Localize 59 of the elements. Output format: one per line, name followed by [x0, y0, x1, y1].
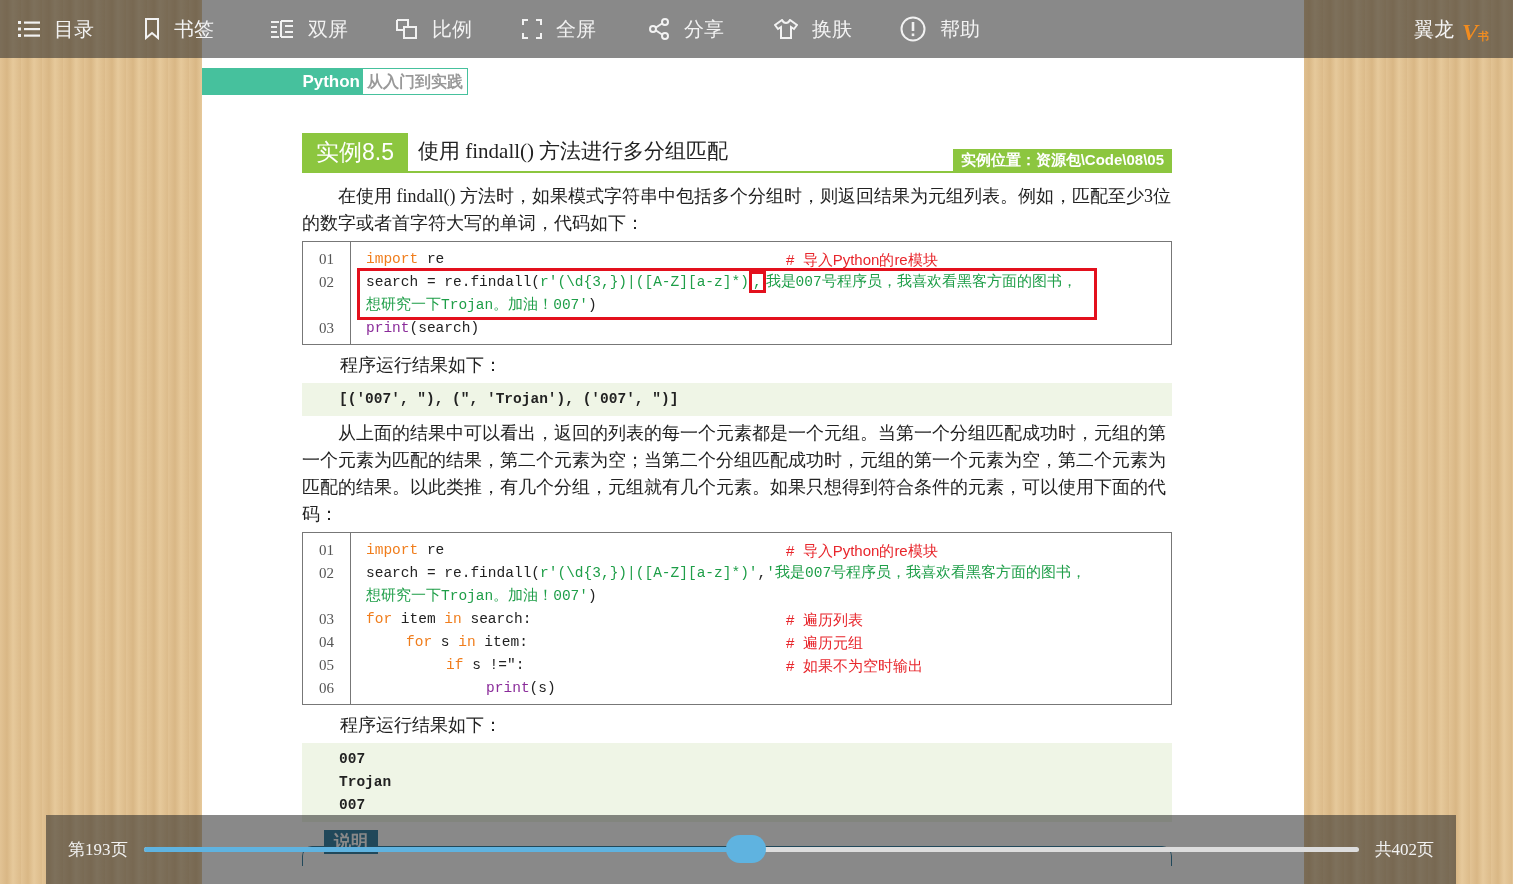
code-line: import re [366, 250, 446, 269]
output-line: Trojan [339, 773, 393, 792]
code-line: 想研究一下Trojan。加油！007') [366, 586, 598, 606]
line-number: 06 [318, 679, 335, 698]
code-line: for s in item: [405, 633, 529, 652]
line-number: 04 [318, 633, 335, 652]
line-number: 05 [318, 656, 335, 675]
code-line: for item in search: [366, 610, 533, 629]
fullscreen-icon [522, 19, 542, 39]
squares-icon [396, 19, 418, 39]
body-paragraph: 从上面的结果中可以看出，返回的列表的每一个元素都是一个元组。当第一个分组匹配成功时，元组的第一个元素为匹配的结果，第二个元素为空；当第二个分组匹配成功时，元组的第一个元素为空，第二个元素为匹配的结果。以此类推，有几个分组，元组就有几个元素。如果只想得到符合条件的元素，可以使用下面的代码： [302, 422, 1167, 526]
header-band: Python [202, 68, 362, 95]
error-mark: , [748, 271, 766, 293]
code-line: 想研究一下Trojan。加油！007') [366, 295, 598, 315]
code-line: search = re.findall(r'(\d{3,})|([A-Z][a-z]*) , 我是007号程序员，我喜欢看黑客方面的图书， [366, 271, 1094, 294]
toolbar-button[interactable]: 书签 [144, 5, 270, 53]
line-number: 01 [318, 250, 335, 269]
toolbar-button[interactable]: 全屏 [522, 5, 648, 53]
line-number: 02 [318, 273, 335, 292]
toolbar-button[interactable]: 目录 [18, 5, 144, 53]
example-location: 实例位置：资源包\Code\08\05 [952, 149, 1172, 171]
shirt-icon [774, 19, 798, 39]
example-title: 使用 findall() 方法进行多分组匹配 [417, 137, 730, 165]
bookmark-icon [144, 18, 160, 40]
list-icon [18, 20, 40, 38]
logo: V书 [1462, 20, 1489, 44]
result-caption: 程序运行结果如下： [339, 354, 503, 377]
code-comment: # 如果不为空时输出 [786, 656, 923, 676]
share-icon [648, 18, 670, 40]
example-label: 实例8.5 [302, 133, 408, 171]
code-line: print(search) [366, 319, 481, 338]
code-line: search = re.findall(r'(\d{3,})|([A-Z][a-z]*)','我是007号程序员，我喜欢看黑客方面的图书， [366, 563, 1088, 583]
code-comment: # 导入Python的re模块 [786, 541, 938, 561]
line-number: 02 [318, 564, 335, 583]
toolbar-button[interactable]: 双屏 [270, 5, 396, 53]
code-comment: # 遍历元组 [786, 633, 863, 653]
line-number: 03 [318, 610, 335, 629]
code-line: if s !=": [445, 656, 526, 675]
line-number: 01 [318, 541, 335, 560]
output-line: [('007', "), (", 'Trojan'), ('007', ")] [339, 390, 680, 409]
brand-name: 翼龙 [1414, 17, 1454, 42]
toolbar-button[interactable]: 换肤 [774, 5, 900, 53]
body-paragraph: 在使用 findall() 方法时，如果模式字符串中包括多个分组时，则返回结果为元组列表。例如，匹配至少3位的数字或者首字符大写的单词，代码如下： [302, 185, 1172, 235]
toolbar-button[interactable]: 比例 [396, 5, 522, 53]
toolbar-button[interactable]: 帮助 [900, 5, 1026, 53]
line-number: 03 [318, 319, 335, 338]
result-caption: 程序运行结果如下： [339, 714, 503, 737]
page-number: 第193页 [68, 838, 128, 861]
code-comment: # 导入Python的re模块 [786, 250, 938, 270]
output-line: 007 [339, 750, 367, 769]
book-subtitle: 从入门到实践 [362, 68, 468, 95]
code-comment: # 遍历列表 [786, 610, 863, 630]
page-total: 共402页 [1374, 838, 1434, 861]
alert-icon [900, 16, 926, 42]
output-line: 007 [339, 796, 367, 815]
toolbar-button[interactable]: 分享 [648, 5, 774, 53]
code-line: import re [366, 541, 446, 560]
code-line: print(s) [485, 679, 557, 698]
two-page-icon [270, 20, 294, 38]
